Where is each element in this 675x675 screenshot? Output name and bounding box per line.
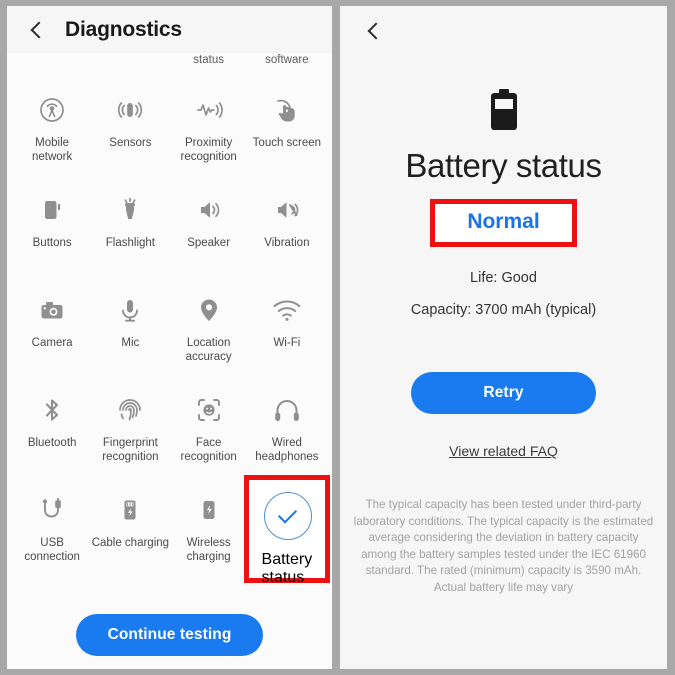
diagnostic-item-label: Sensors <box>109 137 152 149</box>
diagnostic-item-wireless-charging[interactable]: Wireless charging <box>170 479 248 579</box>
diagnostic-item-label: Face recognition <box>180 437 237 463</box>
retry-button[interactable]: Retry <box>411 372 596 415</box>
mic-icon <box>113 293 147 327</box>
diagnostic-item-label: Proximity recognition <box>180 137 237 163</box>
diagnostic-item-label: Cable charging <box>91 537 170 549</box>
diagnostic-item-label: Wireless charging <box>186 537 231 563</box>
diagnostic-item-label: Touch screen <box>252 137 322 149</box>
diagnostic-item-label: Vibration <box>264 237 310 249</box>
proximity-icon <box>192 93 226 127</box>
diagnostic-item-label: Battery status <box>261 551 313 586</box>
diagnostic-item-wi-fi[interactable]: Wi-Fi <box>248 279 326 379</box>
diagnostic-item-label: Buttons <box>32 237 72 249</box>
diagnostic-item-face-recognition[interactable]: Face recognition <box>170 379 248 479</box>
wireless-charging-icon <box>192 493 226 527</box>
battery-capacity-value: Capacity: 3700 mAh (typical) <box>410 301 597 318</box>
battery-status-selection-highlight[interactable]: Battery status <box>243 475 330 586</box>
diagnostic-item-label: Flashlight <box>105 237 155 249</box>
status-badge-wrap: Normal <box>430 199 577 248</box>
diagnostic-item-camera[interactable]: Camera <box>13 279 91 379</box>
diagnostic-item-usb-connection[interactable]: USB connection <box>13 479 91 579</box>
capacity-disclaimer: The typical capacity has been tested und… <box>353 498 654 594</box>
battery-icon <box>489 89 519 135</box>
diagnostics-scroll-area[interactable]: status software Mobile network Sensors Prox… <box>7 53 332 601</box>
diagnostic-item-label: USB connection <box>24 537 80 563</box>
battery-status-header <box>340 6 667 56</box>
diagnostic-item-vibration[interactable]: Vibration <box>248 179 326 279</box>
diagnostic-item-mobile-network[interactable]: Mobile network <box>13 79 91 179</box>
diagnostic-item-mic[interactable]: Mic <box>91 279 169 379</box>
diagnostic-item-label: Wi-Fi <box>273 337 301 349</box>
diagnostics-footer: Continue testing <box>7 601 332 669</box>
camera-icon <box>35 293 69 327</box>
diagnostic-item-label: Mobile network <box>31 137 73 163</box>
mobile-network-icon <box>35 93 69 127</box>
battery-status-body: Battery status Normal Life: Good Capacit… <box>340 56 667 669</box>
diagnostic-item-cable-charging[interactable]: Cable charging <box>91 479 169 579</box>
check-circle-icon <box>263 492 312 540</box>
diagnostics-panel: Diagnostics status software Mobile networ… <box>7 6 332 669</box>
wifi-icon <box>270 293 304 327</box>
diagnostic-item-sensors[interactable]: Sensors <box>91 79 169 179</box>
wired-headphones-icon <box>270 393 304 427</box>
face-recognition-icon <box>192 393 226 427</box>
diagnostic-item-location-accuracy[interactable]: Location accuracy <box>170 279 248 379</box>
retry-button-wrap: Retry <box>411 372 596 415</box>
buttons-icon <box>35 193 69 227</box>
diagnostic-item-label: Bluetooth <box>27 437 77 449</box>
diagnostic-item-speaker[interactable]: Speaker <box>170 179 248 279</box>
battery-status-title: Battery status <box>405 147 602 184</box>
flashlight-icon <box>113 193 147 227</box>
speaker-icon <box>192 193 226 227</box>
status-highlight-box: Normal <box>430 199 577 248</box>
sensors-icon <box>113 93 147 127</box>
diagnostic-item-label: Fingerprint recognition <box>102 437 159 463</box>
diagnostic-item-flashlight[interactable]: Flashlight <box>91 179 169 279</box>
cable-charging-icon <box>113 493 147 527</box>
check-circle-icon <box>263 492 312 540</box>
diagnostic-item-label: Camera <box>31 337 73 349</box>
diagnostic-item-wired-headphones[interactable]: Wired headphones <box>248 379 326 479</box>
diagnostic-item-fingerprint-recognition[interactable]: Fingerprint recognition <box>91 379 169 479</box>
screenshot-root: Diagnostics status software Mobile networ… <box>0 0 675 675</box>
status-badge: Normal <box>467 210 540 233</box>
bluetooth-icon <box>35 393 69 427</box>
diagnostic-item-bluetooth[interactable]: Bluetooth <box>13 379 91 479</box>
chevron-left-icon[interactable] <box>25 19 47 41</box>
usb-connection-icon <box>35 493 69 527</box>
page-title: Diagnostics <box>65 17 182 41</box>
diagnostic-item-label: Speaker <box>187 237 231 249</box>
diagnostics-header: Diagnostics <box>7 6 332 53</box>
touch-screen-icon <box>270 93 304 127</box>
continue-testing-button[interactable]: Continue testing <box>75 614 264 656</box>
diagnostics-grid: Mobile network Sensors Proximity recognition… <box>7 79 332 586</box>
view-related-faq-link[interactable]: View related FAQ <box>449 443 558 459</box>
fingerprint-icon <box>113 393 147 427</box>
diagnostic-item-proximity-recognition[interactable]: Proximity recognition <box>170 79 248 179</box>
battery-life-value: Life: Good <box>470 270 537 287</box>
diagnostic-item-touch-screen[interactable]: Touch screen <box>248 79 326 179</box>
chevron-left-icon[interactable] <box>362 20 384 42</box>
cut-off-label: status <box>193 54 224 66</box>
diagnostic-item-label: Mic <box>121 337 140 349</box>
vibration-icon <box>270 193 304 227</box>
diagnostic-item-buttons[interactable]: Buttons <box>13 179 91 279</box>
diagnostic-item-label: Location accuracy <box>185 337 232 363</box>
cut-off-label: software <box>265 54 309 66</box>
cut-off-label-row: status software <box>7 53 332 79</box>
battery-status-panel: Battery status Normal Life: Good Capacit… <box>340 6 667 669</box>
location-icon <box>192 293 226 327</box>
diagnostic-item-label: Wired headphones <box>255 437 319 463</box>
